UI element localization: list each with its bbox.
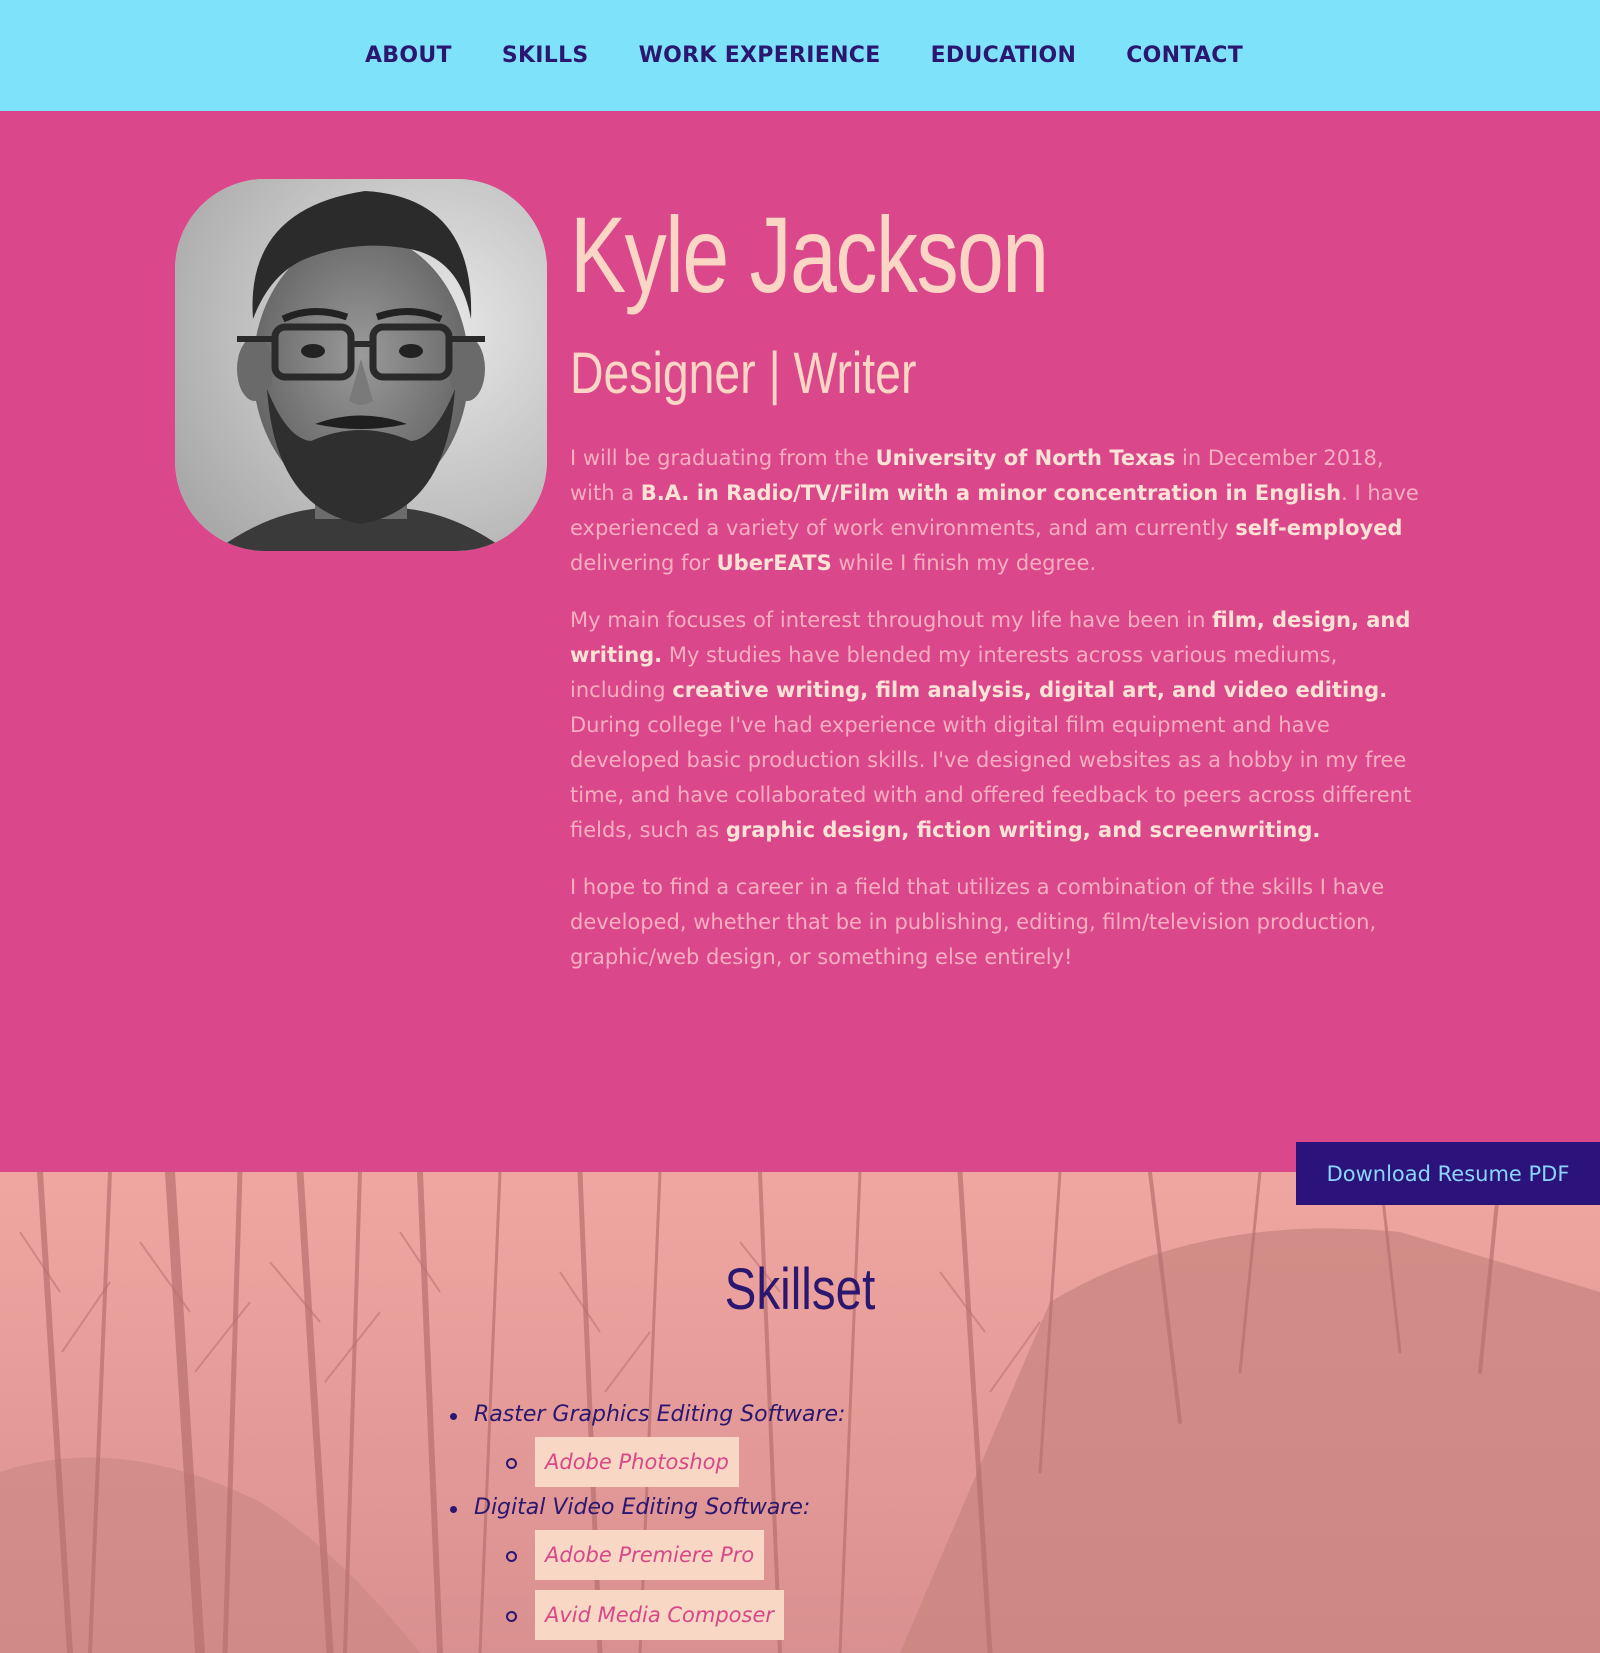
circle-bullet-icon — [506, 1551, 517, 1562]
page-title: Kyle Jackson — [570, 194, 1049, 315]
nav-link-skills[interactable]: SKILLS — [502, 43, 589, 68]
nav-list: ABOUT SKILLS WORK EXPERIENCE EDUCATION C… — [365, 43, 1243, 68]
bio-highlight: creative writing, film analysis, digital… — [672, 678, 1388, 702]
bullet-icon — [450, 1506, 457, 1513]
skill-sublist: Adobe Premiere Pro Avid Media Composer — [450, 1530, 845, 1640]
bio-text: while I finish my degree. — [831, 551, 1097, 575]
circle-bullet-icon — [506, 1458, 517, 1469]
skill-chip: Adobe Photoshop — [535, 1437, 739, 1487]
skill-chip: Adobe Premiere Pro — [535, 1530, 765, 1580]
bio-highlight: self-employed — [1235, 516, 1403, 540]
tagline: Designer | Writer — [570, 341, 917, 406]
bio-text: My main focuses of interest throughout m… — [570, 608, 1213, 632]
bio-highlight: B.A. in Radio/TV/Film with a minor conce… — [640, 481, 1342, 505]
nav-item-contact: CONTACT — [1126, 43, 1243, 68]
bio-highlight: UberEATS — [716, 551, 832, 575]
skill-category: Raster Graphics Editing Software: Adobe … — [450, 1402, 845, 1487]
bio-paragraph-1: I will be graduating from the University… — [570, 441, 1420, 581]
skill-item: Avid Media Composer — [450, 1590, 845, 1640]
circle-bullet-icon — [506, 1611, 517, 1622]
nav-item-education: EDUCATION — [931, 43, 1077, 68]
bio-text: I will be graduating from the — [570, 446, 876, 470]
bio-paragraph-3: I hope to find a career in a field that … — [570, 870, 1420, 975]
bullet-icon — [450, 1413, 457, 1420]
skill-sublist: Adobe Photoshop — [450, 1437, 845, 1487]
skills-section: Skillset Raster Graphics Editing Softwar… — [0, 1172, 1600, 1653]
profile-photo-illustration — [175, 179, 547, 551]
bio-paragraph-2: My main focuses of interest throughout m… — [570, 603, 1420, 848]
bio-highlight: University of North Texas — [875, 446, 1176, 470]
skill-item: Adobe Photoshop — [450, 1437, 845, 1487]
skill-item: Adobe Premiere Pro — [450, 1530, 845, 1580]
nav-item-work-experience: WORK EXPERIENCE — [639, 43, 881, 68]
skill-category-label: Raster Graphics Editing Software: — [474, 1402, 846, 1427]
skill-category-label: Digital Video Editing Software: — [474, 1495, 811, 1520]
about-section: Kyle Jackson Designer | Writer I will be… — [0, 111, 1600, 1172]
nav-link-contact[interactable]: CONTACT — [1126, 43, 1243, 68]
download-resume-button[interactable]: Download Resume PDF — [1296, 1142, 1600, 1205]
skills-heading: Skillset — [724, 1257, 876, 1322]
bio: I will be graduating from the University… — [570, 441, 1420, 975]
skills-list: Raster Graphics Editing Software: Adobe … — [450, 1402, 845, 1640]
skill-chip: Avid Media Composer — [535, 1590, 785, 1640]
nav-item-skills: SKILLS — [502, 43, 589, 68]
bio-text: I hope to find a career in a field that … — [570, 875, 1385, 969]
about-text: Kyle Jackson Designer | Writer I will be… — [570, 201, 1420, 997]
nav-item-about: ABOUT — [365, 43, 452, 68]
nav-link-about[interactable]: ABOUT — [365, 43, 452, 68]
nav-link-work-experience[interactable]: WORK EXPERIENCE — [639, 43, 881, 68]
profile-photo — [175, 179, 547, 551]
nav-link-education[interactable]: EDUCATION — [931, 43, 1077, 68]
bio-highlight: graphic design, fiction writing, and scr… — [725, 818, 1321, 842]
bio-text: delivering for — [570, 551, 717, 575]
top-nav: ABOUT SKILLS WORK EXPERIENCE EDUCATION C… — [0, 0, 1600, 111]
skill-category: Digital Video Editing Software: Adobe Pr… — [450, 1495, 845, 1640]
